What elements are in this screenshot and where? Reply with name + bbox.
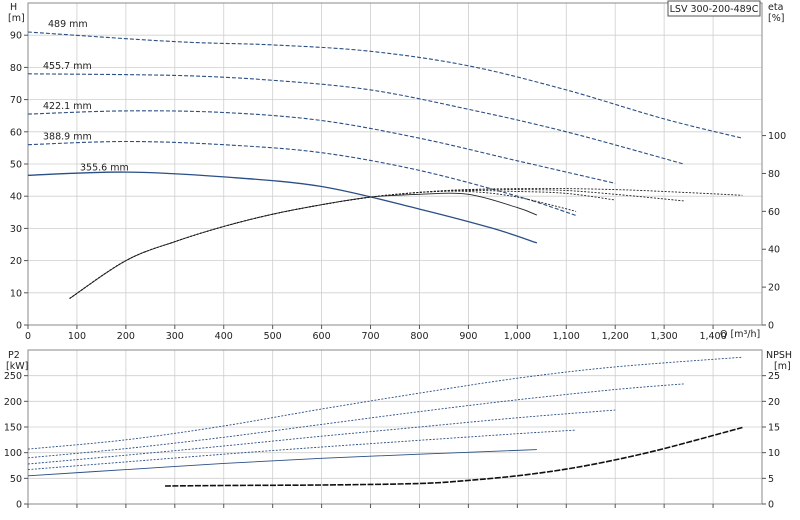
bottom-y2-tick-label: 5 (768, 474, 774, 485)
pump-performance-chart: 0 100 200 300 400 500 600 700 800 900 1,000 1,100 1,… (4, 0, 792, 511)
efficiency-curve-line (69, 188, 684, 299)
bottom-y2-tick-label: 10 (768, 448, 780, 459)
top-y2-tick-label: 100 (768, 131, 786, 142)
top-y-axis-unit: [m] (8, 13, 25, 24)
bottom-y-tick-label: 200 (4, 397, 22, 408)
top-x-axis-title: Q [m³/h] (720, 329, 760, 340)
top-y-tick-label: 20 (10, 256, 22, 267)
top-x-tick-label: 0 (25, 331, 31, 342)
head-curve-label: 355.6 mm (80, 162, 129, 173)
bottom-y-tick-label: 150 (4, 423, 22, 434)
top-x-tick-label: 100 (68, 331, 86, 342)
top-y2-tick-label: 40 (768, 245, 780, 256)
top-x-tick-label: 1,300 (651, 331, 678, 342)
top-x-tick-label: 1,000 (504, 331, 531, 342)
head-efficiency-panel: 0 100 200 300 400 500 600 700 800 900 1,000 1,100 1,… (8, 0, 786, 342)
bottom-y-tick-label: 0 (16, 500, 22, 511)
top-y2-tick-label: 80 (768, 169, 780, 180)
efficiency-curve-line (69, 190, 577, 299)
bottom-y-axis-title: P2 (8, 350, 20, 361)
power-npsh-panel: 0 50 100 150 200 250 0 5 10 15 20 25 P2 [kW] NPSH [… (4, 349, 792, 511)
top-x-tick-label: 1,100 (553, 331, 580, 342)
top-y-tick-label: 50 (10, 160, 22, 171)
power-curve-line (27, 383, 684, 459)
top-axes: 0 100 200 300 400 500 600 700 800 900 1,000 1,100 1,… (10, 31, 786, 342)
top-x-tick-label: 400 (215, 331, 233, 342)
top-y2-axis-unit: [%] (768, 13, 784, 24)
bottom-y-tick-label: 100 (4, 448, 22, 459)
top-y2-axis-title: eta (768, 2, 783, 13)
top-x-tick-label: 600 (313, 331, 331, 342)
bottom-y2-tick-label: 25 (768, 371, 780, 382)
top-x-tick-label: 500 (264, 331, 282, 342)
bottom-y2-axis-title: NPSH (766, 350, 792, 361)
top-x-tick-label: 900 (459, 331, 477, 342)
bottom-y2-tick-label: 20 (768, 397, 780, 408)
efficiency-curve-line (69, 192, 538, 299)
bottom-grid (28, 350, 762, 504)
top-y-tick-label: 30 (10, 224, 22, 235)
bottom-y2-axis-unit: [m] (774, 361, 791, 372)
top-x-tick-label: 200 (117, 331, 135, 342)
head-curve-line (27, 171, 538, 244)
head-curve-line (27, 31, 743, 139)
bottom-y2-tick-label: 15 (768, 423, 780, 434)
head-curve-label: 489 mm (48, 19, 88, 30)
top-y-tick-label: 10 (10, 288, 22, 299)
head-curve-line (27, 140, 577, 217)
power-curve-line (27, 356, 743, 450)
bottom-y2-tick-label: 0 (768, 500, 774, 511)
head-curve-label: 422.1 mm (43, 101, 92, 112)
power-curve-line (27, 449, 537, 477)
top-curves (27, 31, 743, 299)
head-curve-label: 388.9 mm (43, 132, 92, 143)
top-y-tick-label: 60 (10, 127, 22, 138)
model-label: LSV 300-200-489C (670, 4, 759, 15)
top-y2-tick-label: 0 (768, 321, 774, 332)
power-curve-line (27, 429, 577, 471)
head-curve-label: 455.7 mm (43, 61, 92, 72)
top-x-tick-label: 300 (166, 331, 184, 342)
top-x-tick-label: 700 (361, 331, 379, 342)
head-curve-line (27, 73, 684, 165)
top-y2-tick-label: 60 (768, 207, 780, 218)
efficiency-curve-line (69, 188, 743, 299)
top-curve-labels: 489 mm 455.7 mm 422.1 mm 388.9 mm 355.6 mm (43, 19, 129, 173)
top-x-tick-label: 1,200 (602, 331, 629, 342)
bottom-y-tick-label: 50 (10, 474, 22, 485)
top-y2-tick-label: 20 (768, 283, 780, 294)
bottom-y-tick-label: 250 (4, 371, 22, 382)
top-y-tick-label: 90 (10, 31, 22, 42)
top-x-tick-label: 800 (410, 331, 428, 342)
top-y-axis-title: H (10, 2, 17, 13)
top-y-tick-label: 40 (10, 192, 22, 203)
npsh-curve-line (164, 426, 743, 487)
efficiency-curve-line (69, 190, 616, 299)
top-grid (28, 3, 762, 325)
bottom-y-axis-unit: [kW] (6, 361, 28, 372)
top-y-tick-label: 0 (16, 321, 22, 332)
top-y-tick-label: 70 (10, 95, 22, 106)
bottom-curves (27, 356, 743, 487)
top-y-tick-label: 80 (10, 63, 22, 74)
